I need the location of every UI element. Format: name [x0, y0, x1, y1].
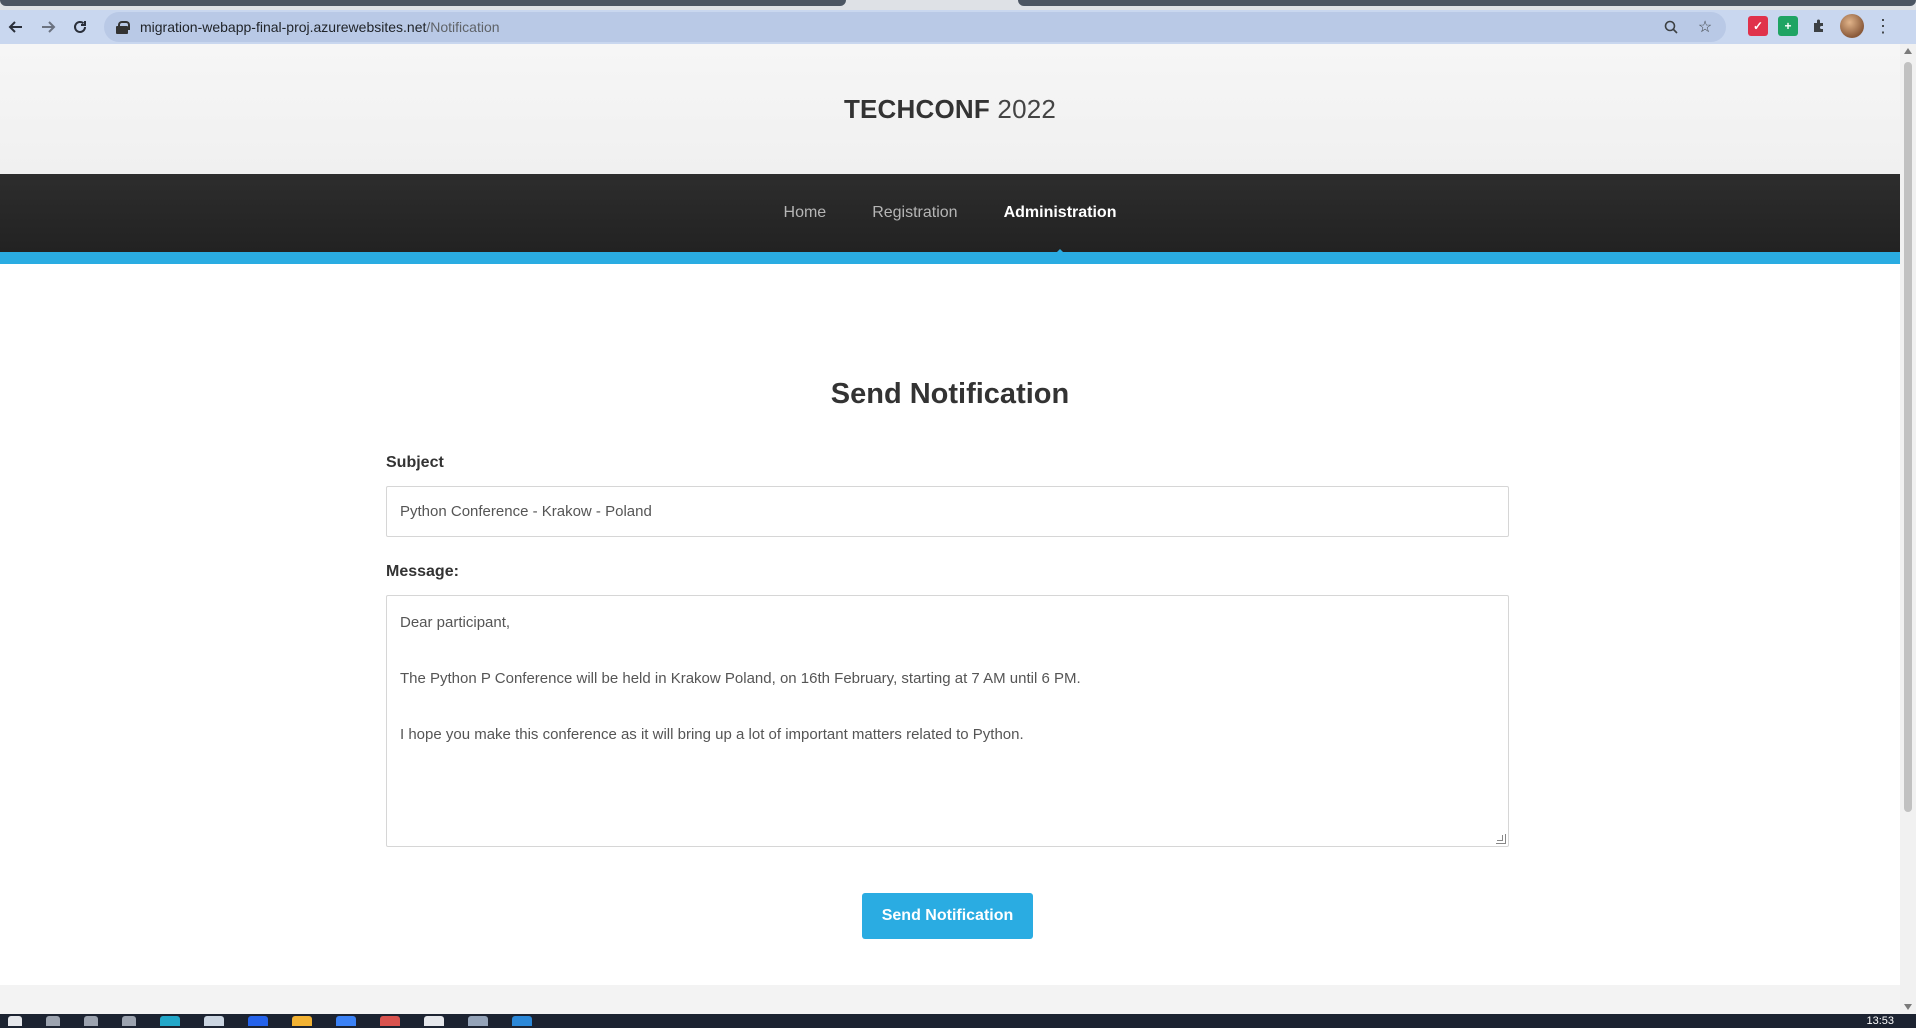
add-extension-icon[interactable]: + — [1778, 16, 1798, 36]
scroll-down-icon[interactable] — [1904, 1004, 1912, 1010]
site-logo[interactable]: TECHCONF 2022 — [844, 94, 1056, 125]
nav-home[interactable]: Home — [784, 204, 827, 222]
site-footer — [0, 985, 1900, 1014]
browser-tab[interactable] — [1018, 0, 1916, 6]
nav-registration[interactable]: Registration — [872, 204, 957, 222]
main-nav: Home Registration Administration — [0, 174, 1900, 258]
back-icon[interactable] — [0, 12, 32, 42]
reload-icon[interactable] — [64, 12, 96, 42]
page-scrollbar[interactable] — [1900, 44, 1916, 1014]
message-label: Message: — [386, 563, 459, 580]
start-icon[interactable] — [8, 1016, 22, 1026]
zoom-icon[interactable] — [1660, 16, 1682, 38]
profile-avatar[interactable] — [1840, 14, 1864, 38]
pocket-extension-icon[interactable]: ✓ — [1748, 16, 1768, 36]
address-bar[interactable]: migration-webapp-final-proj.azurewebsite… — [104, 12, 1726, 42]
page-title: Send Notification — [830, 378, 1070, 410]
message-line: The Python P Conference will be held in … — [400, 670, 1081, 687]
os-taskbar: 13:53 — [0, 1014, 1916, 1028]
chrome-icon[interactable] — [380, 1016, 400, 1026]
cortana-icon[interactable] — [84, 1016, 98, 1026]
task-view-icon[interactable] — [122, 1016, 136, 1026]
subject-label: Subject — [386, 454, 444, 471]
site-header: TECHCONF 2022 — [0, 44, 1900, 174]
resize-handle[interactable] — [1496, 834, 1506, 844]
scroll-up-icon[interactable] — [1904, 48, 1912, 54]
scroll-thumb[interactable] — [1904, 62, 1912, 812]
taskbar-clock[interactable]: 13:53 — [1866, 1015, 1894, 1027]
lock-icon[interactable] — [116, 21, 130, 34]
store-icon[interactable] — [204, 1016, 224, 1026]
edge-icon[interactable] — [160, 1016, 180, 1026]
app-icon[interactable] — [336, 1016, 356, 1026]
notification-form: Subject Python Conference - Krakow - Pol… — [386, 454, 1509, 847]
message-textarea[interactable]: Dear participant, The Python P Conferenc… — [386, 595, 1509, 847]
subject-value: Python Conference - Krakow - Poland — [400, 503, 652, 520]
browser-menu-icon[interactable]: ⋮ — [1874, 16, 1892, 37]
subject-input[interactable]: Python Conference - Krakow - Poland — [386, 486, 1509, 537]
message-line: Dear participant, — [400, 614, 511, 631]
vscode-icon[interactable] — [512, 1016, 532, 1026]
forward-icon[interactable] — [32, 12, 64, 42]
app-icon[interactable] — [248, 1016, 268, 1026]
browser-tabstrip — [0, 0, 1916, 10]
extensions-puzzle-icon[interactable] — [1808, 15, 1830, 37]
accent-bar — [0, 252, 1900, 264]
message-line: I hope you make this conference as it wi… — [400, 726, 1024, 743]
bookmark-star-icon[interactable]: ☆ — [1694, 16, 1716, 38]
browser-tab[interactable] — [0, 0, 846, 6]
browser-toolbar: migration-webapp-final-proj.azurewebsite… — [0, 10, 1916, 44]
search-icon[interactable] — [46, 1016, 60, 1026]
nav-administration[interactable]: Administration — [1004, 204, 1116, 258]
notepad-icon[interactable] — [424, 1016, 444, 1026]
folder-icon[interactable] — [292, 1016, 312, 1026]
page-viewport: TECHCONF 2022 Home Registration Administ… — [0, 44, 1900, 1014]
url-text: migration-webapp-final-proj.azurewebsite… — [140, 19, 500, 35]
main-content: Send Notification Subject Python Confere… — [0, 264, 1900, 985]
app-icon[interactable] — [468, 1016, 488, 1026]
send-notification-button[interactable]: Send Notification — [862, 893, 1033, 939]
